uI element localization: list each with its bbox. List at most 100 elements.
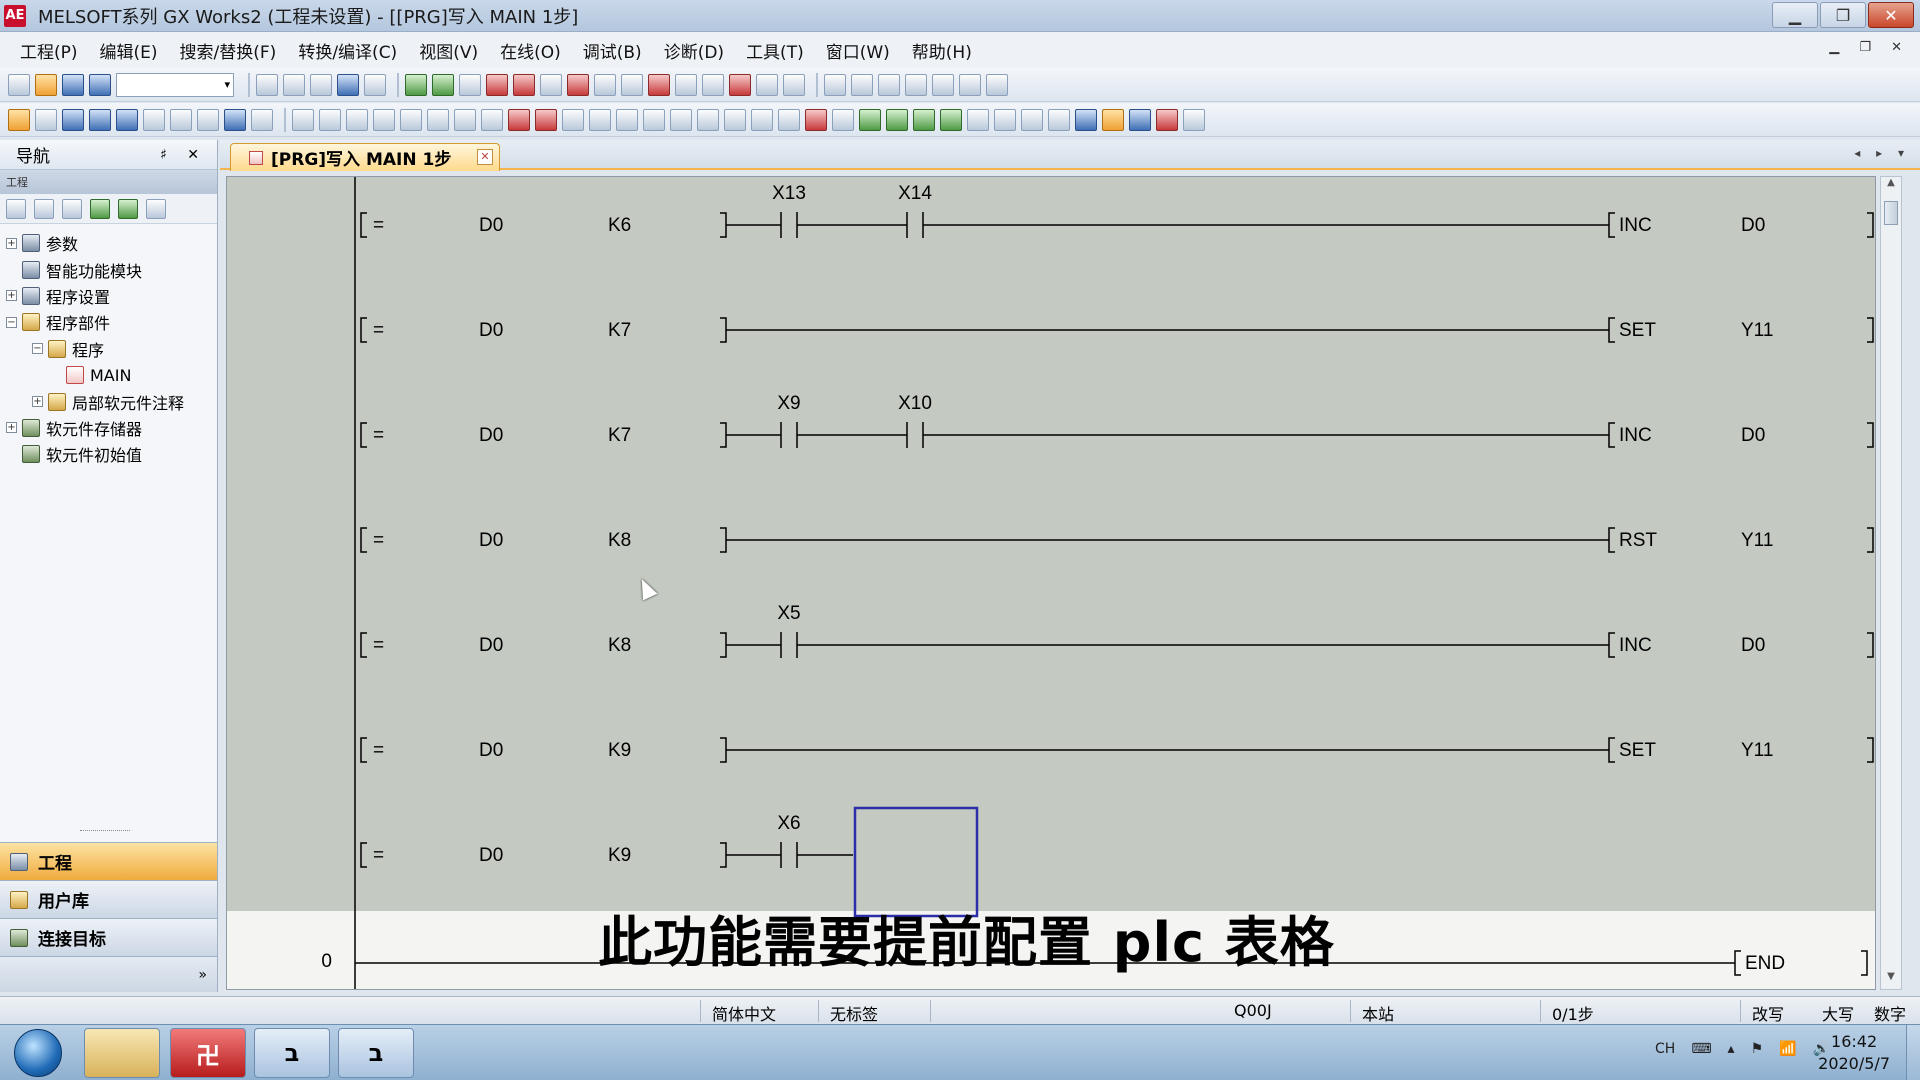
open-contact-icon[interactable] [292, 108, 314, 131]
ladder-view-icon[interactable] [35, 108, 57, 131]
taskbar-melsoft-window-2-icon[interactable]: ב [338, 1028, 414, 1078]
toolbar-combo-box[interactable]: ▾ [116, 72, 234, 97]
new-file-icon[interactable] [8, 73, 30, 96]
monitor-mode-icon[interactable] [621, 73, 643, 96]
end-rung[interactable]: 0 END [321, 177, 1868, 990]
user-library-button[interactable]: 用户库 [0, 880, 217, 918]
tree-item-intelligent-module[interactable]: 智能功能模块 [0, 256, 217, 282]
coil-icon[interactable] [562, 108, 584, 131]
taskbar-explorer-folder-icon[interactable] [84, 1028, 160, 1078]
comment-edit-icon[interactable] [1048, 108, 1070, 131]
tree-item-local-device-comment[interactable]: + 局部软元件注释 [0, 388, 217, 414]
tree-item-main[interactable]: MAIN [0, 362, 217, 388]
tab-navigation-icons[interactable]: ◂ ▸ ▾ [1854, 146, 1910, 160]
compile-icon[interactable] [824, 73, 846, 96]
paste-icon[interactable] [310, 73, 332, 96]
shift-icon[interactable] [967, 108, 989, 131]
filter-icon[interactable] [146, 198, 166, 219]
taskbar-gx-works-icon[interactable]: 卍 [170, 1028, 246, 1078]
device-comment-icon[interactable] [89, 108, 111, 131]
pane-splitter[interactable] [80, 830, 130, 833]
simulation-stop-icon[interactable] [675, 73, 697, 96]
expand-icon[interactable]: + [32, 396, 43, 408]
vertical-scrollbar[interactable]: ▲ ▼ [1880, 176, 1902, 990]
expand-icon[interactable]: + [6, 290, 17, 302]
pulse-branch-icon[interactable] [643, 108, 665, 131]
erase-line-icon[interactable] [751, 108, 773, 131]
device-list-icon[interactable] [1129, 108, 1151, 131]
convert-icon[interactable] [851, 73, 873, 96]
tree-item-parameters[interactable]: + 参数 [0, 230, 217, 256]
show-hidden-icons[interactable]: ▴ [1728, 1041, 1735, 1057]
delete-line-icon[interactable] [508, 108, 530, 131]
instruction-search-icon[interactable] [986, 73, 1008, 96]
fb-property-icon[interactable] [913, 108, 935, 131]
device-test-icon[interactable] [702, 73, 724, 96]
tree-item-program[interactable]: − 程序 [0, 336, 217, 362]
closed-branch-icon[interactable] [373, 108, 395, 131]
save-icon[interactable] [62, 73, 84, 96]
menu-debug[interactable]: 调试(B) [583, 38, 642, 63]
online-read-icon[interactable] [513, 73, 535, 96]
guide-mode-icon[interactable] [994, 108, 1016, 131]
closed-contact-icon[interactable] [346, 108, 368, 131]
open-file-icon[interactable] [35, 73, 57, 96]
cut-icon[interactable] [256, 73, 278, 96]
device-search-icon[interactable] [959, 73, 981, 96]
network-icon[interactable]: 📶 [1779, 1041, 1796, 1057]
menu-online[interactable]: 在线(O) [500, 38, 561, 63]
magnifier-icon[interactable] [1183, 108, 1205, 131]
gx-works-app-icon[interactable]: AE [4, 4, 26, 27]
select-mode-icon[interactable] [8, 108, 30, 131]
delete-data-icon[interactable] [62, 198, 82, 219]
delete-vertical-icon[interactable] [535, 108, 557, 131]
zoom-icon[interactable] [170, 108, 192, 131]
verify-icon[interactable] [459, 73, 481, 96]
start-button[interactable] [14, 1029, 62, 1077]
cross-reference-icon[interactable] [1156, 108, 1178, 131]
tab-main-program[interactable]: [PRG]写入 MAIN 1步 ✕ [230, 143, 500, 171]
menu-help[interactable]: 帮助(H) [912, 38, 972, 63]
watch-icon[interactable] [783, 73, 805, 96]
collapse-icon[interactable]: − [6, 316, 17, 328]
inline-structure-icon[interactable] [778, 108, 800, 131]
undo-icon[interactable] [337, 73, 359, 96]
zoom-option-icon[interactable] [197, 108, 219, 131]
rising-pulse-icon[interactable] [400, 108, 422, 131]
menu-window[interactable]: 窗口(W) [826, 38, 890, 63]
expand-icon[interactable]: + [6, 422, 17, 434]
connection-destination-button[interactable]: 连接目标 [0, 918, 217, 956]
monitor-start-icon[interactable] [567, 73, 589, 96]
mdi-window-controls[interactable]: ▁ ❐ ✕ [1829, 40, 1910, 55]
frame-icon[interactable] [832, 108, 854, 131]
scroll-thumb[interactable] [1884, 201, 1898, 225]
ladder-editor[interactable]: = D0 K6 X13 X14 INC D0 = D0 K7 SET Y11 = D0 K7 X9 X10 INC… [226, 176, 1876, 990]
overwrite-mode-icon[interactable] [1102, 108, 1124, 131]
invert-icon[interactable] [697, 108, 719, 131]
property-icon[interactable] [90, 198, 110, 219]
batch-monitor-icon[interactable] [756, 73, 778, 96]
horizontal-line-icon[interactable] [454, 108, 476, 131]
vertical-line-icon[interactable] [481, 108, 503, 131]
pin-close-icons[interactable]: ♯ ✕ [160, 147, 207, 163]
new-data-icon[interactable] [6, 198, 26, 219]
menu-convert-compile[interactable]: 转换/编译(C) [298, 38, 397, 63]
menu-diagnostics[interactable]: 诊断(D) [664, 38, 724, 63]
open-branch-icon[interactable] [319, 108, 341, 131]
action-center-flag-icon[interactable]: ⚑ [1751, 1041, 1764, 1057]
application-instruction-icon[interactable] [589, 108, 611, 131]
online-write-icon[interactable] [486, 73, 508, 96]
rebuild-icon[interactable] [905, 73, 927, 96]
diagnostics-icon[interactable] [729, 73, 751, 96]
draw-line-icon[interactable] [724, 108, 746, 131]
tree-item-device-memory[interactable]: + 软元件存储器 [0, 415, 217, 441]
comment-view-icon[interactable] [62, 108, 84, 131]
pulse-contact-icon[interactable] [616, 108, 638, 131]
template-icon[interactable] [1021, 108, 1043, 131]
monitor-stop-icon[interactable] [594, 73, 616, 96]
tree-item-device-initial-value[interactable]: 软元件初始值 [0, 441, 217, 467]
show-desktop-button[interactable] [1906, 1025, 1920, 1080]
convert-all-icon[interactable] [878, 73, 900, 96]
refresh-icon[interactable] [118, 198, 138, 219]
menu-tool[interactable]: 工具(T) [746, 38, 804, 63]
